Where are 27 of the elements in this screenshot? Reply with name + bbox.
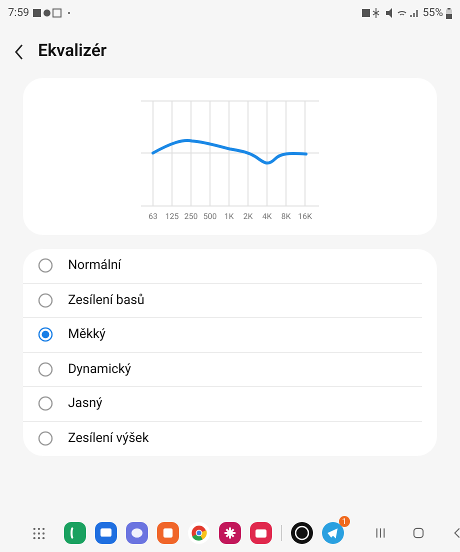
frequency-label: 8K	[281, 211, 291, 223]
frequency-label: 125	[165, 211, 179, 223]
page-title: Ekvalizér	[38, 40, 107, 64]
recent-apps-icon[interactable]	[374, 527, 386, 539]
preset-option[interactable]: Normální	[23, 249, 422, 284]
frequency-label: 500	[203, 211, 217, 223]
frequency-label: 63	[148, 211, 158, 223]
notification-badge: 1	[338, 516, 350, 527]
home-icon[interactable]	[412, 527, 424, 539]
preset-option[interactable]: Dynamický	[23, 352, 422, 387]
back-icon[interactable]	[14, 44, 24, 60]
frequency-label: 2K	[243, 211, 253, 223]
preset-option[interactable]: Jasný	[23, 387, 422, 422]
frequency-label: 1K	[224, 211, 234, 223]
frequency-label: 16K	[298, 211, 312, 223]
preset-option[interactable]: Zesílení basů	[23, 284, 422, 318]
battery-icon	[446, 8, 452, 18]
app-icon[interactable]	[290, 522, 313, 544]
preset-option[interactable]: Zesílení výšek	[23, 422, 437, 456]
status-icons-drawing	[362, 8, 420, 18]
frequency-label: 250	[184, 211, 198, 223]
preset-option[interactable]: Měkký	[23, 318, 422, 352]
frequency-label: 4K	[262, 211, 272, 223]
status-icons-drawing	[33, 8, 72, 18]
app-drawer-icon[interactable]	[33, 526, 45, 540]
clock: 7:59	[8, 4, 30, 21]
battery-percent: 55%	[422, 4, 443, 21]
